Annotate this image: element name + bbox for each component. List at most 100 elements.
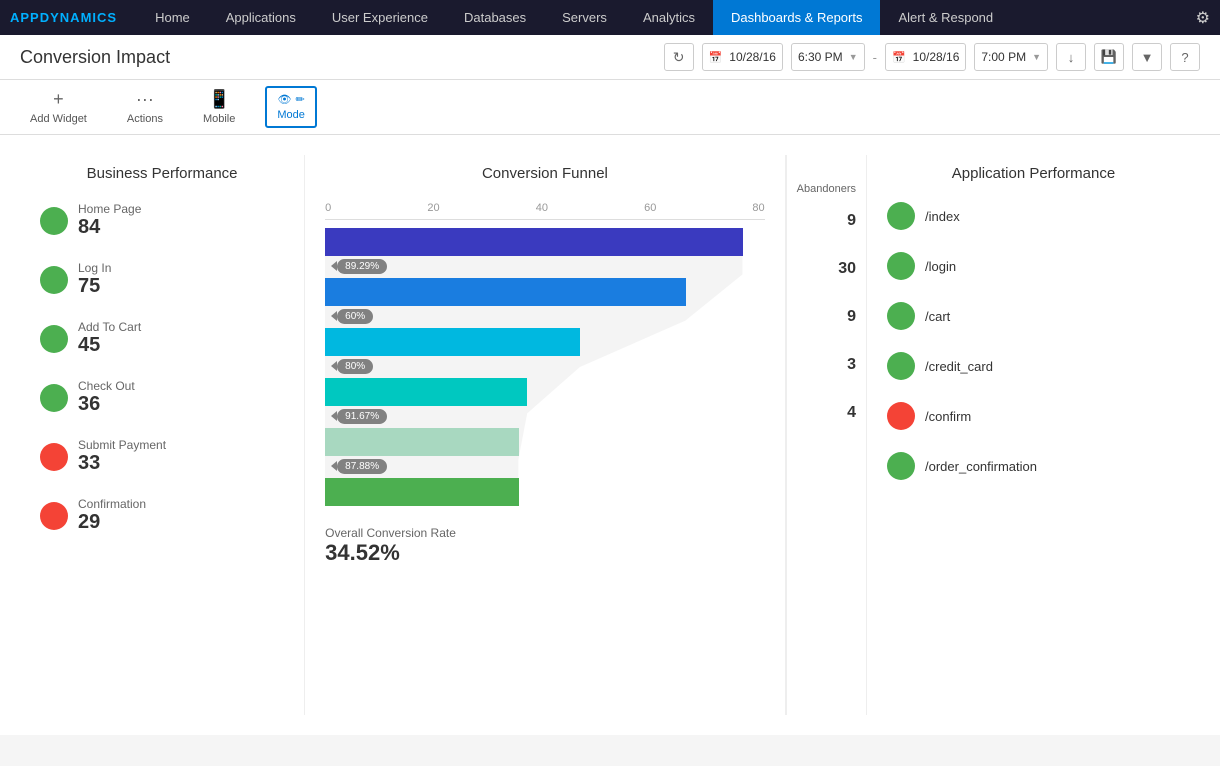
nav-analytics[interactable]: Analytics <box>625 0 713 35</box>
ap-status-dot <box>887 252 915 280</box>
ap-route-label: /cart <box>925 309 950 324</box>
nav-servers[interactable]: Servers <box>544 0 625 35</box>
ap-route-label: /credit_card <box>925 359 993 374</box>
funnel-bar <box>325 328 580 356</box>
ap-row: /order_confirmation <box>887 452 1180 480</box>
ap-route-label: /index <box>925 209 960 224</box>
ap-title: Application Performance <box>887 165 1180 182</box>
nav-dashboards[interactable]: Dashboards & Reports <box>713 0 881 35</box>
conversion-badge: 60% <box>337 309 373 324</box>
status-dot <box>40 502 68 530</box>
overall-rate-label: Overall Conversion Rate <box>325 526 765 540</box>
mode-button[interactable]: 👁 ✏ Mode <box>265 86 317 128</box>
refresh-button[interactable]: ↻ <box>664 43 694 71</box>
actions-button[interactable]: ··· Actions <box>117 84 173 130</box>
time-to-picker[interactable]: 7:00 PM ▼ <box>974 43 1048 71</box>
actions-icon: ··· <box>136 89 154 110</box>
funnel-row: 87.88% <box>325 428 765 476</box>
conversion-badge: 80% <box>337 359 373 374</box>
bp-info: Log In 75 <box>78 261 111 298</box>
page-title: Conversion Impact <box>20 47 664 68</box>
status-dot <box>40 443 68 471</box>
bp-row: Check Out 36 <box>40 379 284 416</box>
bp-rows: Home Page 84 Log In 75 Add To Cart 45 Ch… <box>40 202 284 534</box>
business-performance-section: Business Performance Home Page 84 Log In… <box>20 155 304 715</box>
bp-value: 75 <box>78 275 111 298</box>
status-dot <box>40 384 68 412</box>
funnel-bars: 89.29% 60% 80% 91.67% 87.88% <box>325 228 765 506</box>
logo-app: APP <box>10 10 40 25</box>
toolbar: + Add Widget ··· Actions 📱 Mobile 👁 ✏ Mo… <box>0 80 1220 135</box>
abandoners-column: 930934 <box>797 197 856 485</box>
nav-home[interactable]: Home <box>137 0 208 35</box>
date-to-picker[interactable]: 📅 10/28/16 <box>885 43 966 71</box>
help-button[interactable]: ? <box>1170 43 1200 71</box>
status-dot <box>40 207 68 235</box>
bp-label: Add To Cart <box>78 320 141 334</box>
nav-alert[interactable]: Alert & Respond <box>880 0 1011 35</box>
bp-label: Home Page <box>78 202 141 216</box>
status-dot <box>40 325 68 353</box>
subheader: Conversion Impact ↻ 📅 10/28/16 6:30 PM ▼… <box>0 35 1220 80</box>
top-nav: APPDYNAMICS Home Applications User Exper… <box>0 0 1220 35</box>
time-from-caret: ▼ <box>849 52 858 62</box>
time-to-value: 7:00 PM <box>981 50 1026 64</box>
funnel-row: 80% <box>325 328 765 376</box>
abandoner-row: 3 <box>797 341 856 389</box>
app-perf-section: Application Performance /index /login /c… <box>867 155 1200 715</box>
save-button[interactable]: 💾 <box>1094 43 1124 71</box>
bp-value: 33 <box>78 452 166 475</box>
bp-value: 45 <box>78 334 141 357</box>
ap-status-dot <box>887 302 915 330</box>
nav-items: Home Applications User Experience Databa… <box>137 0 1196 35</box>
bp-info: Home Page 84 <box>78 202 141 239</box>
date-to-value: 10/28/16 <box>913 50 960 64</box>
conversion-badge: 91.67% <box>337 409 387 424</box>
abandoners-label: Abandoners <box>797 155 856 195</box>
more-button[interactable]: ▼ <box>1132 43 1162 71</box>
ap-row: /login <box>887 252 1180 280</box>
bp-label: Log In <box>78 261 111 275</box>
funnel-bar <box>325 428 518 456</box>
time-separator: - <box>873 50 877 65</box>
ap-route-label: /login <box>925 259 956 274</box>
nav-user-experience[interactable]: User Experience <box>314 0 446 35</box>
logo: APPDYNAMICS <box>10 10 117 25</box>
bp-row: Confirmation 29 <box>40 497 284 534</box>
bp-label: Submit Payment <box>78 438 166 452</box>
bp-row: Home Page 84 <box>40 202 284 239</box>
calendar-icon: 📅 <box>709 51 723 64</box>
funnel-axis: 0 20 40 60 80 <box>325 202 765 220</box>
date-from-picker[interactable]: 📅 10/28/16 <box>702 43 783 71</box>
conversion-label-row: 60% <box>325 306 765 326</box>
time-from-picker[interactable]: 6:30 PM ▼ <box>791 43 865 71</box>
funnel-row <box>325 478 765 506</box>
conversion-label-row: 89.29% <box>325 256 765 276</box>
bp-row: Log In 75 <box>40 261 284 298</box>
subheader-controls: ↻ 📅 10/28/16 6:30 PM ▼ - 📅 10/28/16 7:00… <box>664 43 1200 71</box>
download-button[interactable]: ↓ <box>1056 43 1086 71</box>
ap-row: /credit_card <box>887 352 1180 380</box>
nav-databases[interactable]: Databases <box>446 0 544 35</box>
add-widget-button[interactable]: + Add Widget <box>20 84 97 130</box>
bp-row: Add To Cart 45 <box>40 320 284 357</box>
abandoners-section: Abandoners 930934 <box>786 155 867 715</box>
mobile-button[interactable]: 📱 Mobile <box>193 84 245 130</box>
abandoner-row: 9 <box>797 293 856 341</box>
mobile-label: Mobile <box>203 113 235 125</box>
nav-applications[interactable]: Applications <box>208 0 314 35</box>
funnel-title: Conversion Funnel <box>325 165 765 182</box>
add-widget-label: Add Widget <box>30 113 87 125</box>
settings-icon[interactable]: ⚙ <box>1196 8 1210 28</box>
bp-title: Business Performance <box>40 165 284 182</box>
logo-dynamics: DYNAMICS <box>40 10 117 25</box>
main-content: Business Performance Home Page 84 Log In… <box>0 135 1220 735</box>
time-to-caret: ▼ <box>1032 52 1041 62</box>
ap-route-label: /confirm <box>925 409 971 424</box>
conversion-label-row: 80% <box>325 356 765 376</box>
status-dot <box>40 266 68 294</box>
abandoner-row: 30 <box>797 245 856 293</box>
funnel-bar <box>325 228 743 256</box>
overall-rate-value: 34.52% <box>325 540 765 566</box>
ap-row: /index <box>887 202 1180 230</box>
